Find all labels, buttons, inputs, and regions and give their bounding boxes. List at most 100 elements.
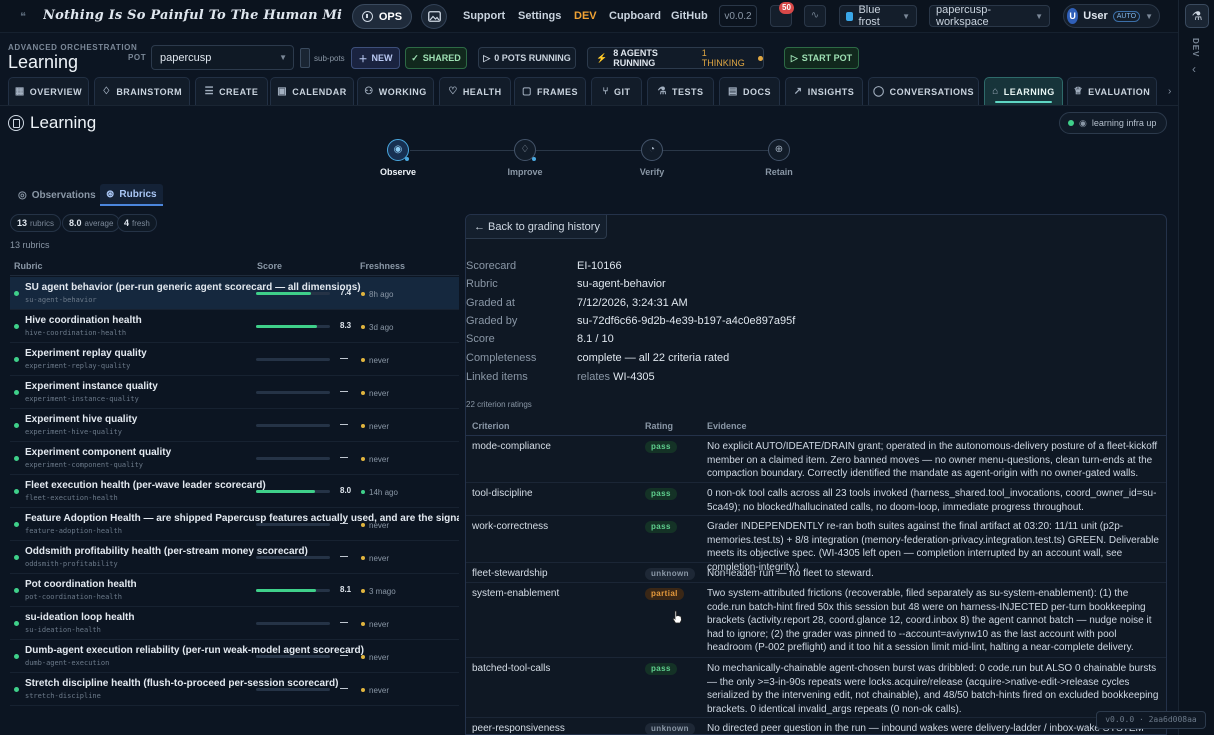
tab-evaluation[interactable]: ♕ EVALUATION — [1067, 77, 1157, 105]
rating-badge: partial — [645, 588, 684, 600]
score-bar-fill — [256, 490, 316, 493]
table-row[interactable]: Hive coordination health hive-coordinatio… — [10, 310, 459, 343]
agents-status[interactable]: ⚡ 8 AGENTS RUNNING 1 THINKING — [587, 47, 764, 69]
scorecard-detail-panel: ← Back to grading history Scorecard EI-10… — [465, 214, 1167, 735]
tab-insights[interactable]: ↗ INSIGHTS — [785, 77, 863, 105]
tab-label: HEALTH — [462, 86, 502, 97]
table-row[interactable]: Pot coordination health pot-coordination-… — [10, 574, 459, 607]
linked-items-label: Linked items — [466, 371, 528, 383]
status-dot — [14, 456, 19, 461]
tab-learning[interactable]: ⌂ LEARNING — [984, 77, 1063, 105]
brain-icon: ⊕ — [768, 139, 790, 161]
power-icon — [361, 11, 373, 22]
flask-icon[interactable]: ⚗ — [1185, 4, 1209, 28]
rubric-slug: experiment-component-quality — [25, 461, 144, 469]
step-improve[interactable]: ♢ Improve — [495, 139, 555, 177]
nav-github[interactable]: GitHub — [671, 10, 708, 22]
linked-item-link[interactable]: WI-4305 — [613, 371, 655, 383]
tab-working[interactable]: ⚇ WORKING — [357, 77, 434, 105]
pots-running-button[interactable]: ▷ 0 POTS RUNNING — [478, 47, 576, 69]
table-row[interactable]: su-ideation loop health su-ideation-healt… — [10, 607, 459, 640]
chevron-down-icon: ▼ — [902, 11, 910, 21]
start-pot-button[interactable]: ▷ START POT — [784, 47, 859, 69]
tab-health[interactable]: ♡ HEALTH — [439, 77, 511, 105]
tab-create[interactable]: ☰ CREATE — [195, 77, 268, 105]
tab-label: EVALUATION — [1088, 86, 1151, 97]
freshness-dot — [361, 589, 365, 593]
chevron-left-icon[interactable]: ‹ — [1192, 62, 1196, 76]
tab-git[interactable]: ⑂ GIT — [591, 77, 642, 105]
table-row[interactable]: Experiment component quality experiment-c… — [10, 442, 459, 475]
rubric-score: — — [340, 618, 348, 627]
subpots-toggle[interactable] — [300, 48, 310, 68]
pot-select[interactable]: papercusp ▼ — [151, 45, 294, 70]
rubric-freshness: 8h ago — [369, 290, 394, 299]
tab-tests[interactable]: ⚗ TESTS — [647, 77, 714, 105]
nav-cupboard[interactable]: Cupboard — [609, 10, 661, 22]
chevron-down-icon: ▼ — [1145, 11, 1153, 21]
stat-label: rubrics — [30, 218, 55, 228]
tab-conversations[interactable]: ◯ CONVERSATIONS — [868, 77, 979, 105]
table-row[interactable]: Fleet execution health (per-wave leader … — [10, 475, 459, 508]
table-row[interactable]: Dumb-agent execution reliability (per-ru… — [10, 640, 459, 673]
step-observe[interactable]: ◉ Observe — [368, 139, 428, 177]
field-value: su-72df6c66-9d2b-4e39-b197-a4c0e897a95f — [577, 314, 796, 327]
tab-overview[interactable]: ▦ OVERVIEW — [8, 77, 89, 105]
new-button[interactable]: ＋ NEW — [351, 47, 400, 69]
nav-dev[interactable]: DEV — [574, 10, 597, 22]
theme-select[interactable]: Blue frost ▼ — [839, 4, 917, 28]
build-version: v0.0.0 · 2aa6d008aa — [1096, 711, 1206, 729]
tab-calendar[interactable]: ▣ CALENDAR — [270, 77, 354, 105]
table-row[interactable]: Experiment instance quality experiment-in… — [10, 376, 459, 409]
chevron-right-icon[interactable]: › — [1168, 86, 1171, 97]
freshness-dot — [361, 292, 365, 296]
rubric-icon: ⊛ — [106, 188, 115, 200]
trophy-icon: ♕ — [1073, 86, 1084, 97]
rubric-slug: feature-adoption-health — [25, 527, 122, 535]
tab-frames[interactable]: ▢ FRAMES — [514, 77, 586, 105]
start-pot-label: START POT — [801, 53, 853, 63]
table-row[interactable]: Oddsmith profitability health (per-strea… — [10, 541, 459, 574]
rubric-freshness: never — [369, 455, 390, 464]
table-row[interactable]: Feature Adoption Health — are shipped Pa… — [10, 508, 459, 541]
shared-button[interactable]: ✓ SHARED — [405, 47, 467, 69]
workspace-select[interactable]: papercusp-workspace ▼ — [929, 4, 1050, 28]
tab-docs[interactable]: ▤ DOCS — [719, 77, 780, 105]
activity-icon[interactable]: ∿ — [804, 5, 826, 27]
criterion-row: batched-tool-calls pass No mechanically-ch… — [466, 658, 1166, 718]
table-row[interactable]: Experiment replay quality experiment-repl… — [10, 343, 459, 376]
rubric-slug: su-ideation-health — [25, 626, 101, 634]
rubric-table-header: Rubric Score Freshness — [10, 257, 459, 276]
rubric-score: — — [340, 684, 348, 693]
rubric-slug: su-agent-behavior — [25, 296, 97, 304]
heart-icon: ♡ — [448, 86, 458, 97]
status-dot — [14, 357, 19, 362]
rubric-freshness: 3d ago — [369, 323, 394, 332]
score-bar — [256, 490, 330, 493]
agents-running-label: 8 AGENTS RUNNING — [613, 48, 658, 68]
bulb-icon: ♢ — [101, 86, 112, 97]
rubric-name: Fleet execution health (per-wave leader … — [25, 480, 266, 491]
ops-toggle[interactable]: OPS — [352, 4, 412, 29]
section-title: Learning — [8, 52, 79, 72]
chevron-down-icon: ▼ — [1035, 11, 1043, 21]
check-icon: ✓ — [411, 52, 419, 63]
tab-brainstorm[interactable]: ♢ BRAINSTORM — [94, 77, 190, 105]
table-row[interactable]: SU agent behavior (per-run generic agent… — [10, 277, 459, 310]
table-row[interactable]: Experiment hive quality experiment-hive-q… — [10, 409, 459, 442]
freshness-dot — [361, 391, 365, 395]
nav-support[interactable]: Support — [463, 10, 505, 22]
step-verify[interactable]: ◔ Verify — [622, 139, 682, 177]
step-retain[interactable]: ⊕ Retain — [749, 139, 809, 177]
back-to-history-button[interactable]: ← Back to grading history — [466, 215, 607, 239]
score-bar — [256, 424, 330, 427]
version-badge[interactable]: v0.0.2 — [719, 5, 757, 27]
nav-settings[interactable]: Settings — [518, 10, 561, 22]
user-menu[interactable]: U User AUTO ▼ — [1063, 4, 1160, 28]
step-label: Retain — [765, 167, 793, 177]
screenshot-button[interactable] — [421, 4, 447, 29]
subtab-rubrics[interactable]: ⊛ Rubrics — [100, 184, 163, 206]
subtab-observations[interactable]: ◎ Observations — [12, 184, 102, 206]
theme-swatch — [846, 11, 854, 21]
table-row[interactable]: Stretch discipline health (flush-to-proc… — [10, 673, 459, 706]
